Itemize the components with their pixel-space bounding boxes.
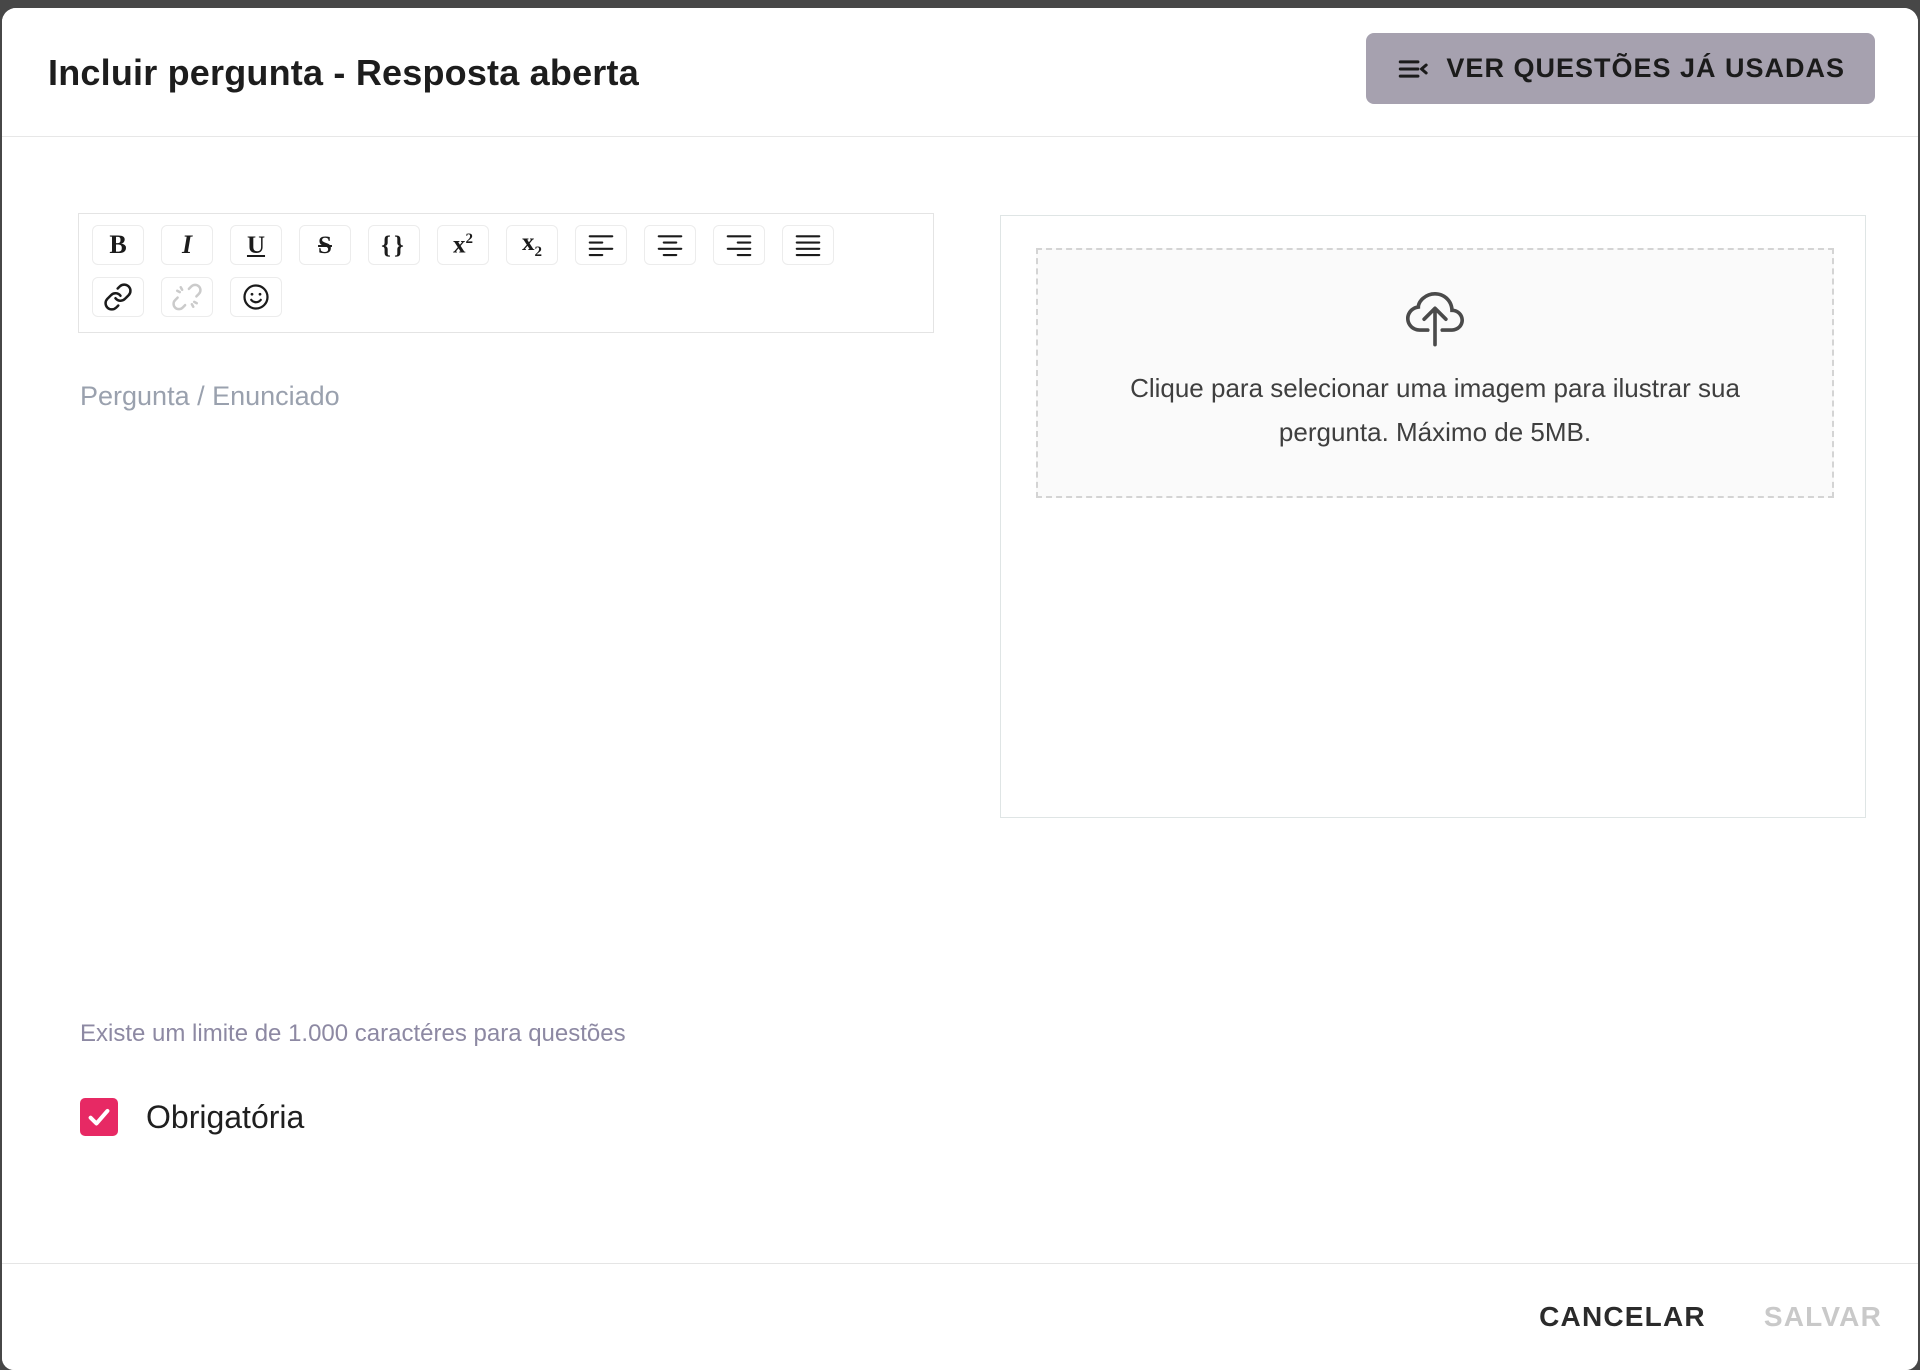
subscript-button[interactable]: x2	[506, 225, 558, 265]
cloud-upload-icon	[1406, 292, 1464, 366]
view-used-questions-label: VER QUESTÕES JÁ USADAS	[1446, 53, 1845, 83]
align-left-icon	[586, 230, 616, 260]
required-label: Obrigatória	[146, 1098, 305, 1135]
bold-button[interactable]: B	[92, 225, 144, 265]
unlink-button	[161, 277, 213, 317]
underline-button[interactable]: U	[230, 225, 282, 265]
toolbar-row-1: B I U S {} x2 x2	[92, 225, 920, 265]
align-left-button[interactable]	[575, 225, 627, 265]
align-right-button[interactable]	[713, 225, 765, 265]
align-right-icon	[724, 230, 754, 260]
check-icon	[85, 1103, 113, 1131]
emoji-button[interactable]	[230, 277, 282, 317]
question-limit-note: Existe um limite de 1.000 caractéres par…	[80, 1020, 626, 1047]
dialog-header: Incluir pergunta - Resposta aberta VER Q…	[2, 8, 1918, 137]
underline-icon: U	[246, 231, 266, 259]
question-placeholder: Pergunta / Enunciado	[80, 381, 340, 411]
image-panel: Clique para selecionar uma imagem para i…	[1000, 215, 1866, 818]
dialog-title: Incluir pergunta - Resposta aberta	[48, 51, 639, 93]
toolbar-row-2	[92, 277, 920, 317]
code-braces-button[interactable]: {}	[368, 225, 420, 265]
code-braces-icon: {}	[381, 231, 407, 259]
menu-open-icon	[1396, 52, 1430, 86]
link-button[interactable]	[92, 277, 144, 317]
subscript-icon: x2	[522, 229, 542, 260]
question-editor[interactable]: Pergunta / Enunciado	[78, 353, 934, 993]
unlink-icon	[172, 282, 202, 312]
superscript-icon: x2	[453, 231, 473, 259]
superscript-button[interactable]: x2	[437, 225, 489, 265]
add-question-dialog: Incluir pergunta - Resposta aberta VER Q…	[2, 8, 1918, 1370]
image-upload-dropzone[interactable]: Clique para selecionar uma imagem para i…	[1036, 248, 1834, 498]
dialog-footer: CANCELAR SALVAR	[2, 1263, 1918, 1370]
emoji-icon	[241, 282, 271, 312]
save-button[interactable]: SALVAR	[1764, 1301, 1882, 1333]
align-justify-icon	[793, 230, 823, 260]
align-center-icon	[655, 230, 685, 260]
required-row: Obrigatória	[80, 1098, 304, 1136]
upload-instruction: Clique para selecionar uma imagem para i…	[1130, 373, 1740, 447]
required-checkbox[interactable]	[80, 1098, 118, 1136]
italic-icon: I	[181, 230, 193, 259]
bold-icon: B	[109, 230, 127, 259]
strikethrough-button[interactable]: S	[299, 225, 351, 265]
italic-button[interactable]: I	[161, 225, 213, 265]
align-justify-button[interactable]	[782, 225, 834, 265]
richtext-toolbar: B I U S {} x2 x2	[78, 213, 934, 333]
link-icon	[103, 282, 133, 312]
strikethrough-icon: S	[318, 231, 332, 259]
align-center-button[interactable]	[644, 225, 696, 265]
cancel-button[interactable]: CANCELAR	[1539, 1301, 1706, 1333]
view-used-questions-button[interactable]: VER QUESTÕES JÁ USADAS	[1366, 33, 1875, 104]
